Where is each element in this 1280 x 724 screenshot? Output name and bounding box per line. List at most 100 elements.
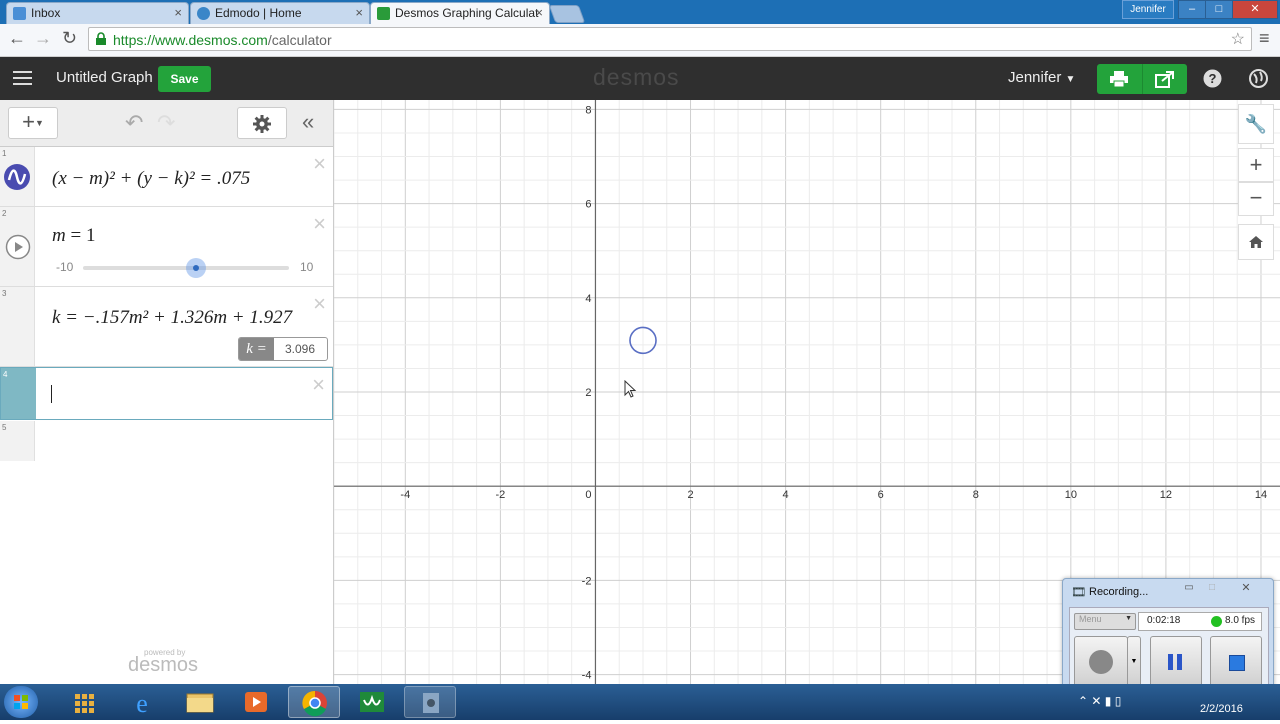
desmos-header: Untitled Graph Save desmos Jennifer ▼ ? <box>0 57 1280 100</box>
tray-icons[interactable]: ⌃ ✕ ▮ ▯ <box>1078 694 1121 708</box>
taskbar-apps-icon[interactable] <box>58 686 110 718</box>
forward-arrow-icon[interactable]: → <box>34 28 52 49</box>
slider-max[interactable]: 10 <box>300 260 313 274</box>
row-index: 3 <box>0 287 35 366</box>
stop-button[interactable] <box>1210 636 1262 688</box>
graph-settings-button[interactable]: 🔧 <box>1238 104 1274 144</box>
print-icon[interactable] <box>1110 71 1128 87</box>
y-tick-label: 2 <box>585 387 591 399</box>
graph-style-icon[interactable] <box>4 164 30 190</box>
recorder-minimize-button[interactable]: ▭ <box>1178 582 1200 596</box>
back-arrow-icon[interactable]: ← <box>8 28 26 49</box>
screen-recorder-window[interactable]: 🎞 Recording... ▭ □ ✕ Menu ▼ 0:02:18 8.0 f… <box>1062 578 1274 698</box>
recorder-taskbar-icon[interactable] <box>404 686 456 718</box>
minimize-button[interactable]: – <box>1178 0 1206 19</box>
user-menu[interactable]: Jennifer ▼ <box>1008 69 1075 86</box>
browser-profile-chip[interactable]: Jennifer <box>1122 0 1174 19</box>
delete-expression-icon[interactable]: × <box>313 151 326 177</box>
share-button-group <box>1097 64 1187 94</box>
chrome-taskbar-icon[interactable] <box>288 686 340 718</box>
mouse-pointer-icon <box>624 380 637 398</box>
y-tick-label: -4 <box>582 670 592 682</box>
wrench-icon: 🔧 <box>1244 114 1268 134</box>
edmodo-icon <box>197 7 210 20</box>
tab-label: Inbox <box>31 6 61 20</box>
undo-icon[interactable]: ↶ <box>125 110 143 136</box>
url-host: https://www.desmos.com <box>113 32 268 48</box>
slider-min[interactable]: -10 <box>56 260 73 274</box>
play-icon[interactable] <box>5 234 31 260</box>
record-options-button[interactable]: ▼ <box>1127 636 1141 688</box>
delete-expression-icon[interactable]: × <box>312 372 325 398</box>
lock-icon <box>96 32 106 45</box>
window-close-button[interactable]: ✕ <box>1232 0 1278 19</box>
y-tick-label: 4 <box>585 293 591 305</box>
expression-list: +▼ ↶ ↷ « 1 (x − m)² + (y − k)² = .075 × … <box>0 100 334 684</box>
evaluation-value: 3.096 <box>285 342 316 356</box>
x-tick-label: 8 <box>973 489 979 501</box>
save-button[interactable]: Save <box>158 66 211 92</box>
help-icon[interactable]: ? <box>1203 69 1222 88</box>
row-number: 5 <box>2 423 7 432</box>
expression-row-3[interactable]: 3 k = −.157m² + 1.326m + 1.927 k = 3.096… <box>0 287 333 367</box>
delete-expression-icon[interactable]: × <box>313 211 326 237</box>
tab-inbox[interactable]: Inbox × <box>6 2 189 24</box>
hamburger-icon[interactable] <box>13 70 33 86</box>
settings-button[interactable] <box>237 107 287 139</box>
recording-status-dot <box>1211 616 1222 627</box>
file-explorer-icon[interactable] <box>174 686 226 718</box>
zoom-in-button[interactable]: + <box>1238 148 1274 182</box>
add-item-button[interactable]: +▼ <box>8 107 58 139</box>
x-tick-label: 0 <box>585 489 591 501</box>
recorder-menu-dropdown[interactable]: Menu ▼ <box>1074 613 1136 630</box>
expression-row-5[interactable]: 5 <box>0 421 333 461</box>
zoom-out-button[interactable]: − <box>1238 182 1274 216</box>
internet-explorer-icon[interactable]: e <box>116 686 168 718</box>
collapse-panel-icon[interactable]: « <box>302 109 314 135</box>
desmos-taskbar-icon[interactable] <box>346 686 398 718</box>
expression-row-2[interactable]: 2 m = 1 -10 10 × <box>0 207 333 287</box>
tab-desmos[interactable]: Desmos Graphing Calculat × <box>370 2 550 24</box>
gear-icon <box>253 115 271 133</box>
recorder-maximize-button[interactable]: □ <box>1201 582 1223 596</box>
tab-edmodo[interactable]: Edmodo | Home × <box>190 2 370 24</box>
address-bar[interactable]: https://www.desmos.com/calculator ☆ <box>88 27 1252 51</box>
close-icon[interactable]: × <box>174 5 182 20</box>
new-tab-button[interactable] <box>548 5 586 23</box>
plus-icon: + <box>1249 152 1263 177</box>
chevron-down-icon: ▼ <box>34 118 44 129</box>
record-button[interactable] <box>1074 636 1128 688</box>
media-player-icon[interactable] <box>230 686 282 718</box>
graph-title[interactable]: Untitled Graph <box>56 69 153 86</box>
recorder-close-button[interactable]: ✕ <box>1229 581 1263 596</box>
recorder-title: Recording... <box>1089 586 1149 598</box>
pause-button[interactable] <box>1150 636 1202 688</box>
row-index: 4 <box>1 368 36 419</box>
text-cursor <box>51 385 52 403</box>
close-icon[interactable]: × <box>355 5 363 20</box>
slider-expression[interactable]: m = 1 <box>52 225 95 247</box>
chrome-menu-icon[interactable]: ≡ <box>1259 28 1270 49</box>
maximize-button[interactable]: □ <box>1205 0 1233 19</box>
desmos-tab-icon <box>377 7 390 20</box>
close-icon[interactable]: × <box>535 5 543 20</box>
expression-row-4[interactable]: 4 × <box>0 367 333 420</box>
svg-text:e: e <box>136 689 148 718</box>
chevron-down-icon: ▼ <box>1065 74 1076 85</box>
expression-math[interactable]: k = −.157m² + 1.326m + 1.927 <box>52 307 292 329</box>
bookmark-star-icon[interactable]: ☆ <box>1231 29 1245 49</box>
chevron-down-icon: ▼ <box>1125 615 1132 622</box>
x-tick-label: 2 <box>687 489 693 501</box>
expression-math[interactable]: (x − m)² + (y − k)² = .075 <box>52 168 250 190</box>
x-tick-label: -4 <box>400 489 410 501</box>
reload-icon[interactable]: ↻ <box>62 28 77 49</box>
share-icon[interactable] <box>1155 70 1175 88</box>
globe-icon[interactable] <box>1249 69 1268 88</box>
row-index: 2 <box>0 207 35 286</box>
start-button[interactable] <box>4 686 38 718</box>
default-viewport-button[interactable] <box>1238 224 1274 260</box>
slider-thumb[interactable] <box>186 258 207 278</box>
redo-icon[interactable]: ↷ <box>157 110 175 136</box>
expression-row-1[interactable]: 1 (x − m)² + (y − k)² = .075 × <box>0 147 333 207</box>
delete-expression-icon[interactable]: × <box>313 291 326 317</box>
